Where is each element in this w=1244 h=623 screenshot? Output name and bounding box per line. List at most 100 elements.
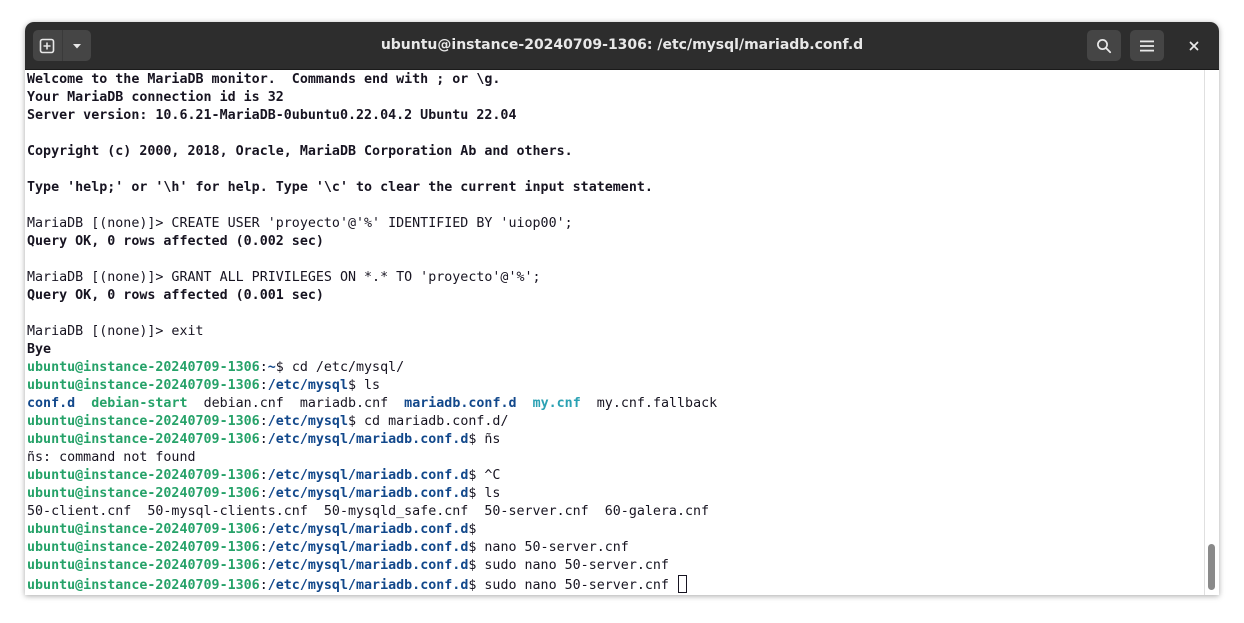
hamburger-menu-icon <box>1140 40 1154 51</box>
terminal-line: Welcome to the MariaDB monitor. Commands… <box>27 71 717 89</box>
terminal-text-segment: $ <box>468 522 477 537</box>
terminal-text-segment: MariaDB [(none)]> exit <box>27 324 204 339</box>
scrollbar[interactable] <box>1204 70 1219 595</box>
title-bar: ubuntu@instance-20240709-1306: /etc/mysq… <box>25 22 1219 70</box>
terminal-line: ubuntu@instance-20240709-1306:/etc/mysql… <box>27 557 717 575</box>
terminal-text-segment: Bye <box>27 342 52 357</box>
search-button[interactable] <box>1087 30 1121 61</box>
terminal-text-segment: mariadb.conf.d <box>404 396 517 411</box>
close-icon <box>1189 41 1199 50</box>
terminal-text-segment: /etc/mysql/mariadb.conf.d <box>267 558 469 573</box>
terminal-text-segment: ubuntu@instance-20240709-1306 <box>27 468 260 483</box>
terminal-text-segment: Query OK, 0 rows affected (0.002 sec) <box>27 234 324 249</box>
terminal-text-segment: : <box>259 414 268 429</box>
terminal-line: Copyright (c) 2000, 2018, Oracle, MariaD… <box>27 143 717 161</box>
new-tab-button[interactable] <box>33 30 63 61</box>
terminal-text-segment: debian-start <box>91 396 188 411</box>
terminal-line: MariaDB [(none)]> CREATE USER 'proyecto'… <box>27 215 717 233</box>
terminal-text-segment: Copyright (c) 2000, 2018, Oracle, MariaD… <box>27 144 573 159</box>
terminal-text-segment: my.cnf.fallback <box>580 396 718 411</box>
terminal-line: ubuntu@instance-20240709-1306:~$ cd /etc… <box>27 359 717 377</box>
close-button[interactable] <box>1177 30 1211 61</box>
terminal-text-segment: ubuntu@instance-20240709-1306 <box>27 558 260 573</box>
terminal-text-segment: : <box>259 360 268 375</box>
terminal-text-segment: Your MariaDB connection id is 32 <box>27 90 284 105</box>
terminal-text-segment: $ sudo nano 50-server.cnf <box>468 578 677 593</box>
terminal-text-segment: $ ls <box>468 486 501 501</box>
terminal-line: Query OK, 0 rows affected (0.002 sec) <box>27 233 717 251</box>
terminal-text-segment: /etc/mysql/mariadb.conf.d <box>267 540 469 555</box>
terminal-text-segment: $ ñs <box>468 432 501 447</box>
terminal-lines: Welcome to the MariaDB monitor. Commands… <box>27 71 717 593</box>
terminal-text-segment: : <box>259 468 268 483</box>
terminal-line: MariaDB [(none)]> exit <box>27 323 717 341</box>
terminal-output[interactable]: Welcome to the MariaDB monitor. Commands… <box>25 70 1205 595</box>
terminal-text-segment: $ ^C <box>468 468 501 483</box>
terminal-text-segment: /etc/mysql/mariadb.conf.d <box>267 522 469 537</box>
terminal-text-segment: : <box>259 540 268 555</box>
chevron-down-icon <box>72 43 81 48</box>
terminal-text-segment: : <box>259 558 268 573</box>
terminal-text-segment: ubuntu@instance-20240709-1306 <box>27 540 260 555</box>
terminal-text-segment: $ ls <box>347 378 381 393</box>
terminal-line: ubuntu@instance-20240709-1306:/etc/mysql… <box>27 431 717 449</box>
terminal-text-segment: debian.cnf mariadb.cnf <box>187 396 405 411</box>
terminal-text-segment: $ cd /etc/mysql/ <box>275 360 405 375</box>
terminal-text-segment: Type 'help;' or '\h' for help. Type '\c'… <box>27 180 653 195</box>
terminal-text-segment: /etc/mysql <box>267 378 348 393</box>
terminal-text-segment: /etc/mysql/mariadb.conf.d <box>267 578 469 593</box>
search-icon <box>1097 38 1112 53</box>
terminal-line: Type 'help;' or '\h' for help. Type '\c'… <box>27 179 717 197</box>
terminal-text-segment: $ nano 50-server.cnf <box>468 540 629 555</box>
menu-button[interactable] <box>1130 30 1164 61</box>
scrollbar-thumb[interactable] <box>1208 544 1215 590</box>
terminal-text-segment: ubuntu@instance-20240709-1306 <box>27 522 260 537</box>
terminal-line: Server version: 10.6.21-MariaDB-0ubuntu0… <box>27 107 717 125</box>
terminal-text-segment: : <box>259 432 268 447</box>
tab-dropdown-button[interactable] <box>63 30 92 61</box>
terminal-line: MariaDB [(none)]> GRANT ALL PRIVILEGES O… <box>27 269 717 287</box>
terminal-text-segment: : <box>259 486 268 501</box>
terminal-text-segment: : <box>259 522 268 537</box>
terminal-text-segment: : <box>259 378 268 393</box>
terminal-text-segment: : <box>259 578 268 593</box>
terminal-text-segment: $ cd mariadb.conf.d/ <box>347 414 509 429</box>
terminal-text-segment: Query OK, 0 rows affected (0.001 sec) <box>27 288 324 303</box>
terminal-text-segment: conf.d <box>27 396 76 411</box>
terminal-line: ubuntu@instance-20240709-1306:/etc/mysql… <box>27 413 717 431</box>
terminal-line: ubuntu@instance-20240709-1306:/etc/mysql… <box>27 539 717 557</box>
terminal-text-segment: ubuntu@instance-20240709-1306 <box>27 414 260 429</box>
terminal-line: ubuntu@instance-20240709-1306:/etc/mysql… <box>27 521 717 539</box>
terminal-text-segment: /etc/mysql/mariadb.conf.d <box>267 432 469 447</box>
terminal-line: ubuntu@instance-20240709-1306:/etc/mysql… <box>27 575 717 593</box>
text-cursor <box>677 575 687 593</box>
terminal-line: Bye <box>27 341 717 359</box>
terminal-text-segment: 50-client.cnf 50-mysql-clients.cnf 50-my… <box>27 504 710 519</box>
terminal-text-segment: /etc/mysql/mariadb.conf.d <box>267 468 469 483</box>
new-tab-group <box>33 30 91 61</box>
terminal-text-segment: ~ <box>267 360 276 375</box>
terminal-line: Your MariaDB connection id is 32 <box>27 89 717 107</box>
terminal-text-segment: ubuntu@instance-20240709-1306 <box>27 378 260 393</box>
terminal-text-segment: ñs: command not found <box>27 450 196 465</box>
window-title: ubuntu@instance-20240709-1306: /etc/mysq… <box>380 37 864 53</box>
terminal-line: ñs: command not found <box>27 449 717 467</box>
terminal-text-segment: /etc/mysql <box>267 414 348 429</box>
new-tab-icon <box>39 38 55 53</box>
terminal-text-segment: MariaDB [(none)]> CREATE USER 'proyecto'… <box>27 216 573 231</box>
terminal-text-segment: ubuntu@instance-20240709-1306 <box>27 486 260 501</box>
terminal-text-segment: Welcome to the MariaDB monitor. Commands… <box>27 72 501 87</box>
terminal-line: ubuntu@instance-20240709-1306:/etc/mysql… <box>27 467 717 485</box>
terminal-line: ubuntu@instance-20240709-1306:/etc/mysql… <box>27 377 717 395</box>
terminal-line: 50-client.cnf 50-mysql-clients.cnf 50-my… <box>27 503 717 521</box>
terminal-text-segment: my.cnf <box>532 396 581 411</box>
terminal-line: conf.d debian-start debian.cnf mariadb.c… <box>27 395 717 413</box>
terminal-text-segment: Server version: 10.6.21-MariaDB-0ubuntu0… <box>27 108 517 123</box>
terminal-text-segment: ubuntu@instance-20240709-1306 <box>27 360 260 375</box>
terminal-window: ubuntu@instance-20240709-1306: /etc/mysq… <box>25 22 1219 595</box>
